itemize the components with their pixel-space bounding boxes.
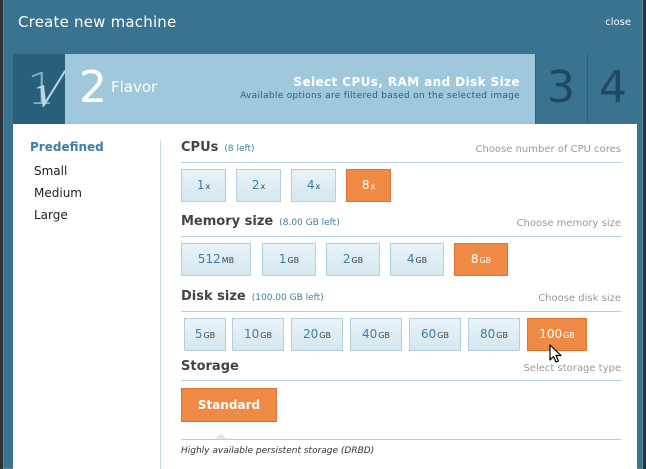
disk-option-unit: GB	[319, 331, 331, 340]
memory-option-8gb[interactable]: 8GB	[454, 243, 508, 276]
disk-option-unit: GB	[378, 331, 390, 340]
storage-title: Storage	[181, 359, 239, 374]
memory-option-unit: GB	[287, 256, 300, 265]
step-1[interactable]: 1 √	[13, 54, 69, 124]
cpus-title: CPUs	[181, 140, 219, 155]
step-2-current: 2 Flavor Select CPUs, RAM and Disk Size …	[65, 54, 535, 124]
memory-option-value: 2	[342, 252, 351, 266]
disk-option-5gb[interactable]: 5GB	[184, 318, 226, 351]
create-machine-dialog: Create new machine close 1 √ 2 Flavor Se…	[3, 0, 643, 469]
memory-option-value: 4	[406, 252, 415, 266]
disk-option-value: 40	[362, 327, 378, 341]
disk-option-value: 100	[539, 327, 563, 341]
mouse-cursor-icon	[549, 344, 562, 363]
storage-standard-button[interactable]: Standard	[181, 388, 277, 422]
disk-option-20gb[interactable]: 20GB	[291, 318, 343, 351]
disk-title: Disk size	[181, 289, 246, 304]
cpus-divider	[181, 162, 621, 163]
cpu-option-value: 1	[196, 178, 205, 192]
cpu-option-unit: x	[205, 182, 211, 191]
cpu-option-value: 4	[306, 178, 315, 192]
cpus-left: (8 left)	[224, 144, 255, 154]
disk-option-unit: GB	[496, 331, 508, 340]
step-3-number: 3	[547, 62, 575, 113]
cpu-option-2[interactable]: 2x	[236, 169, 281, 202]
disk-option-40gb[interactable]: 40GB	[350, 318, 402, 351]
memory-option-value: 512	[197, 252, 221, 266]
wizard-steps: 1 √ 2 Flavor Select CPUs, RAM and Disk S…	[13, 54, 637, 124]
disk-left: (100.00 GB left)	[251, 293, 324, 303]
disk-option-60gb[interactable]: 60GB	[409, 318, 461, 351]
disk-option-value: 5	[194, 327, 203, 341]
flavor-content: Predefined Small Medium Large CPUs (8 lef…	[13, 124, 637, 469]
memory-option-2gb[interactable]: 2GB	[326, 243, 380, 276]
disk-option-value: 10	[244, 327, 260, 341]
cpu-option-4[interactable]: 4x	[291, 169, 336, 202]
predefined-heading: Predefined	[30, 140, 104, 154]
cpu-option-unit: x	[315, 182, 321, 191]
memory-title: Memory size	[181, 214, 274, 229]
sidebar-item-small[interactable]: Small	[34, 164, 67, 178]
disk-option-value: 60	[421, 327, 437, 341]
cpu-option-8[interactable]: 8x	[346, 169, 391, 202]
step-headline: Select CPUs, RAM and Disk Size	[293, 75, 520, 89]
step-3[interactable]: 3	[536, 54, 587, 124]
memory-option-value: 8	[470, 252, 479, 266]
memory-option-unit: MB	[221, 256, 235, 265]
storage-divider	[181, 380, 621, 381]
close-button[interactable]: close	[605, 17, 631, 28]
memory-option-512mb[interactable]: 512MB	[181, 243, 251, 276]
memory-option-value: 1	[278, 252, 287, 266]
step-2-number: 2	[79, 62, 107, 113]
cpu-option-value: 8	[361, 178, 370, 192]
step-4-number: 4	[599, 62, 627, 113]
sidebar-divider	[160, 140, 161, 469]
disk-divider	[181, 311, 621, 312]
dialog-title: Create new machine	[18, 13, 177, 31]
memory-hint: Choose memory size	[516, 218, 621, 229]
disk-option-value: 80	[480, 327, 496, 341]
step-2-name: Flavor	[111, 78, 158, 96]
disk-option-80gb[interactable]: 80GB	[468, 318, 520, 351]
cpus-section-title: CPUs (8 left)	[181, 140, 255, 155]
memory-divider	[181, 236, 621, 237]
disk-option-unit: GB	[563, 331, 575, 340]
predefined-sidebar: Predefined Small Medium Large	[13, 124, 163, 469]
cpu-option-unit: x	[370, 182, 376, 191]
disk-section-title: Disk size (100.00 GB left)	[181, 289, 324, 304]
memory-option-1gb[interactable]: 1GB	[262, 243, 316, 276]
disk-option-value: 20	[303, 327, 319, 341]
step-subtitle: Available options are filtered based on …	[240, 91, 520, 101]
storage-description-divider	[181, 439, 621, 440]
cpus-hint: Choose number of CPU cores	[475, 144, 621, 155]
dialog-titlebar: Create new machine close	[4, 0, 642, 46]
memory-option-unit: GB	[479, 256, 492, 265]
memory-option-4gb[interactable]: 4GB	[390, 243, 444, 276]
disk-option-unit: GB	[203, 331, 216, 340]
disk-option-unit: GB	[437, 331, 449, 340]
cpu-option-unit: x	[260, 182, 266, 191]
disk-option-10gb[interactable]: 10GB	[232, 318, 284, 351]
disk-option-unit: GB	[260, 331, 272, 340]
step-4[interactable]: 4	[587, 54, 637, 124]
memory-option-unit: GB	[415, 256, 428, 265]
storage-description: Highly available persistent storage (DRB…	[181, 446, 375, 456]
disk-hint: Choose disk size	[538, 293, 621, 304]
storage-section-title: Storage	[181, 359, 239, 374]
cpu-option-1[interactable]: 1x	[181, 169, 226, 202]
sidebar-item-large[interactable]: Large	[34, 208, 68, 222]
memory-left: (8.00 GB left)	[279, 218, 340, 228]
storage-hint: Select storage type	[523, 363, 621, 374]
cpu-option-value: 2	[251, 178, 260, 192]
memory-option-unit: GB	[351, 256, 364, 265]
memory-section-title: Memory size (8.00 GB left)	[181, 214, 340, 229]
sidebar-item-medium[interactable]: Medium	[34, 186, 82, 200]
